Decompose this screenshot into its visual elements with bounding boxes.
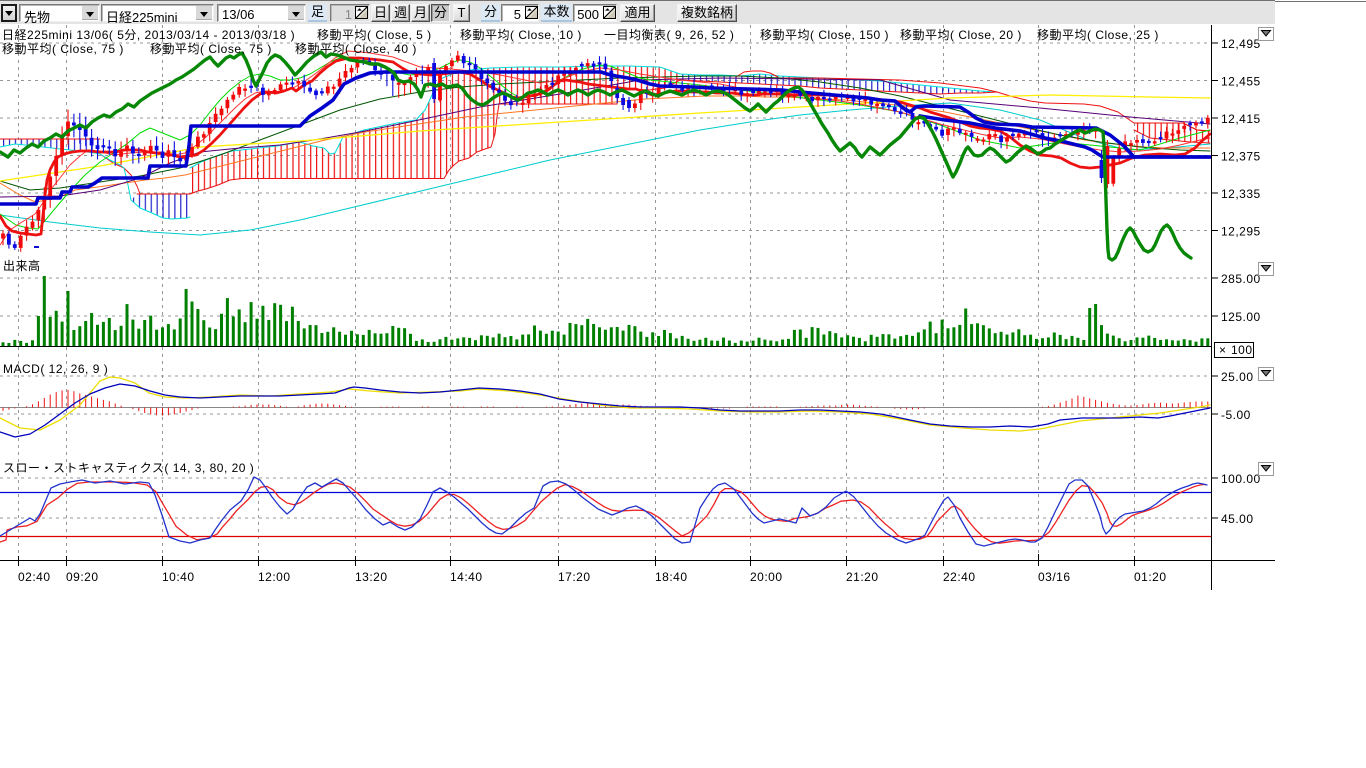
svg-text:移動平均( Close, 75 ): 移動平均( Close, 75 ): [2, 42, 124, 56]
svg-text:12,375: 12,375: [1221, 150, 1261, 164]
svg-text:17:20: 17:20: [558, 570, 591, 584]
svg-text:45.00: 45.00: [1221, 512, 1254, 526]
svg-text:移動平均( Close, 10 ): 移動平均( Close, 10 ): [460, 28, 582, 42]
svg-text:移動平均( Close, 40 ): 移動平均( Close, 40 ): [295, 42, 417, 56]
svg-text:18:40: 18:40: [655, 570, 688, 584]
svg-text:20:00: 20:00: [750, 570, 783, 584]
svg-text:25.00: 25.00: [1221, 370, 1254, 384]
svg-text:01:20: 01:20: [1134, 570, 1167, 584]
svg-text:100: 100: [1231, 343, 1253, 357]
svg-text:スロー・ストキャスティクス( 14, 3, 80, 20 ): スロー・ストキャスティクス( 14, 3, 80, 20 ): [3, 461, 254, 475]
svg-text:21:20: 21:20: [846, 570, 879, 584]
svg-text:12,295: 12,295: [1221, 225, 1261, 239]
svg-text:×: ×: [1219, 343, 1227, 357]
svg-text:12,415: 12,415: [1221, 112, 1261, 126]
svg-text:日経225mini 13/06( 5分, 2013/03/1: 日経225mini 13/06( 5分, 2013/03/14 - 2013/0…: [2, 28, 295, 42]
svg-text:移動平均( Close, 75 ): 移動平均( Close, 75 ): [150, 42, 272, 56]
svg-text:10:40: 10:40: [162, 570, 195, 584]
svg-text:出来高: 出来高: [3, 258, 41, 273]
svg-text:03/16: 03/16: [1038, 570, 1071, 584]
svg-text:MACD( 12, 26, 9 ): MACD( 12, 26, 9 ): [3, 362, 108, 376]
svg-text:移動平均( Close, 150 ): 移動平均( Close, 150 ): [760, 28, 889, 42]
svg-text:移動平均( Close, 20 ): 移動平均( Close, 20 ): [900, 28, 1022, 42]
svg-text:22:40: 22:40: [943, 570, 976, 584]
svg-text:125.00: 125.00: [1221, 310, 1261, 324]
svg-text:14:40: 14:40: [450, 570, 483, 584]
svg-text:12,495: 12,495: [1221, 37, 1261, 51]
svg-text:285.00: 285.00: [1221, 272, 1261, 286]
svg-text:12,455: 12,455: [1221, 75, 1261, 89]
svg-text:移動平均( Close, 25 ): 移動平均( Close, 25 ): [1037, 28, 1159, 42]
svg-text:12:00: 12:00: [258, 570, 291, 584]
svg-text:09:20: 09:20: [66, 570, 99, 584]
svg-text:移動平均( Close, 5 ): 移動平均( Close, 5 ): [317, 28, 432, 42]
svg-text:-5.00: -5.00: [1221, 408, 1251, 422]
svg-text:12,335: 12,335: [1221, 187, 1261, 201]
svg-text:100.00: 100.00: [1221, 472, 1261, 486]
svg-text:02:40: 02:40: [18, 570, 51, 584]
svg-text:一目均衡表( 9, 26, 52 ): 一目均衡表( 9, 26, 52 ): [604, 28, 734, 42]
svg-text:13:20: 13:20: [355, 570, 388, 584]
